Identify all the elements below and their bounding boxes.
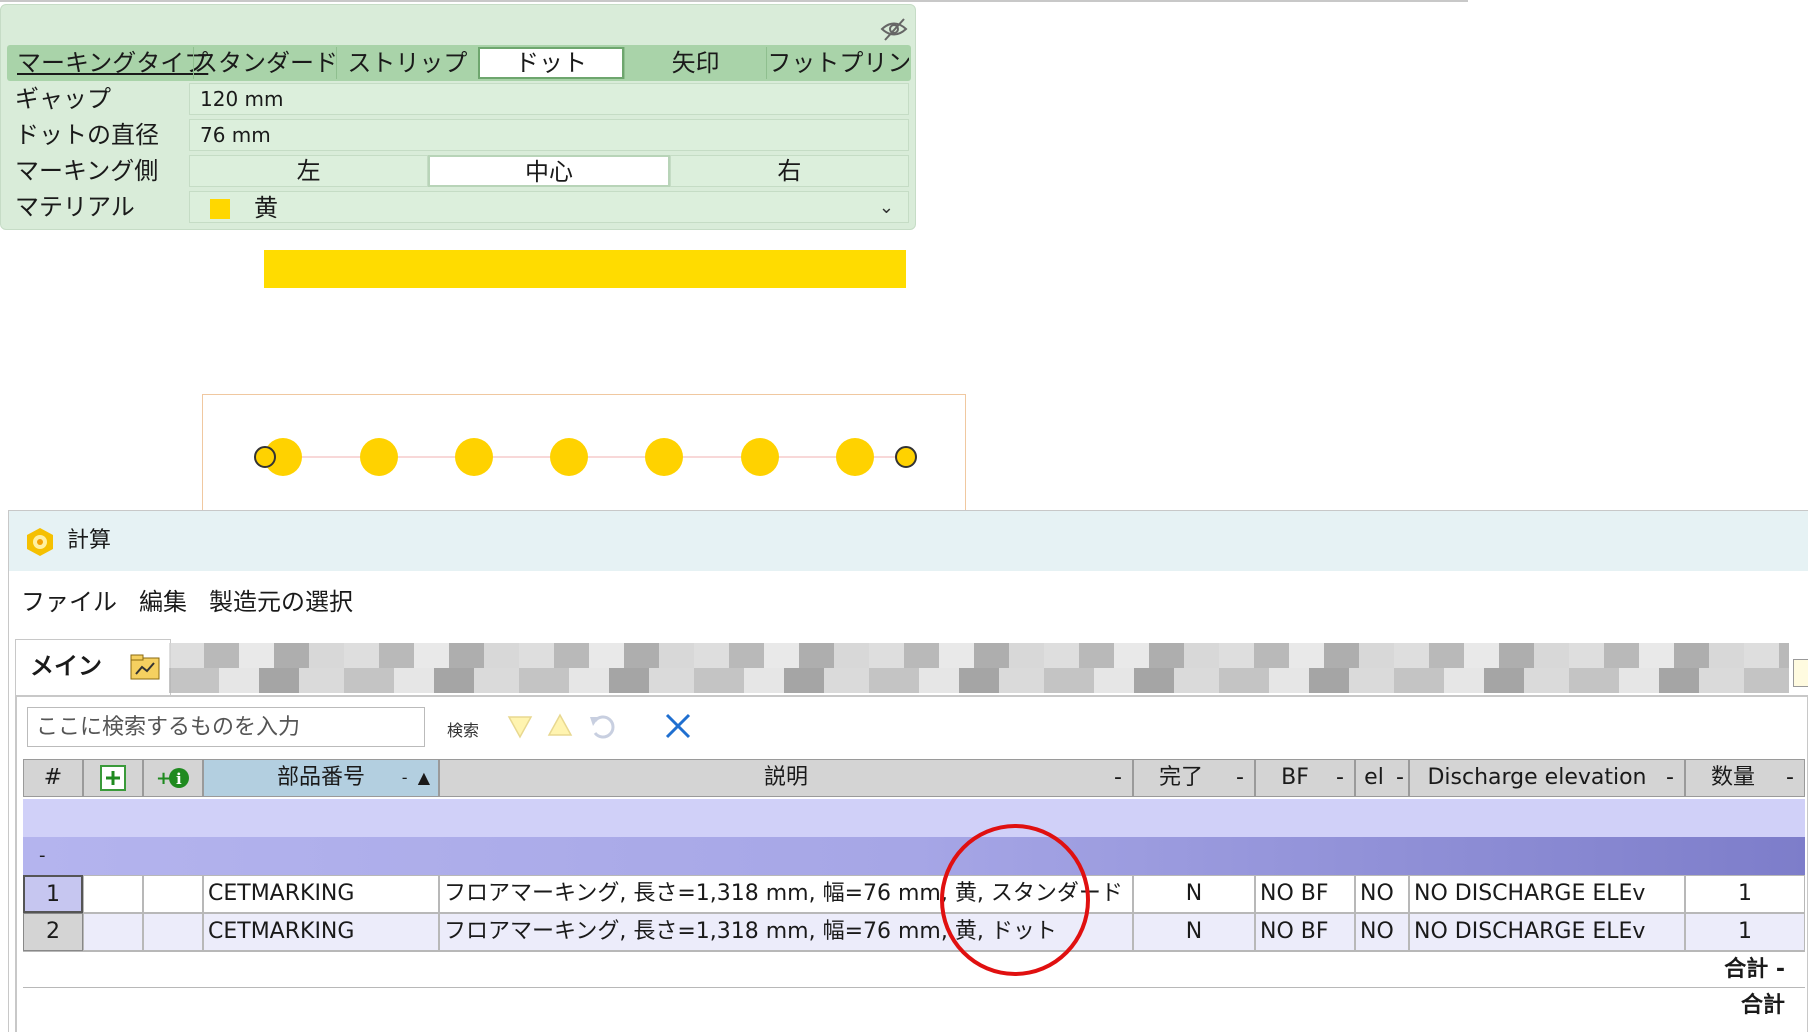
add-info-button[interactable]: + i <box>143 759 203 797</box>
el-cell[interactable]: NO <box>1355 875 1409 913</box>
eye-hidden-icon[interactable] <box>879 15 909 43</box>
tab-main[interactable]: メイン <box>15 639 171 695</box>
material-value: 黄 <box>254 194 278 222</box>
gap-label: ギャップ <box>15 85 111 113</box>
tab-strip: メイン <box>9 637 1808 695</box>
search-label: 検索 <box>447 721 480 740</box>
add-row-button[interactable] <box>83 759 143 797</box>
part-number-cell[interactable]: CETMARKING <box>203 913 439 951</box>
description-cell[interactable]: フロアマーキング, 長さ=1,318 mm, 幅=76 mm, 黄, ドット <box>439 913 1133 951</box>
app-hexagon-icon <box>27 528 53 556</box>
col-header-number[interactable]: # <box>23 759 83 797</box>
sort-ascending-icon: - ▲ <box>401 768 430 787</box>
bf-cell[interactable]: NO BF <box>1255 875 1355 913</box>
dot-diameter-field[interactable]: 76 mm <box>189 119 909 151</box>
col-header-discharge-elevation[interactable]: Discharge elevation - <box>1409 759 1685 797</box>
marking-properties-panel: マーキングタイプ スタンダード ストリップ ドット 矢印 フットプリント ギャッ… <box>0 4 916 230</box>
marking-type-selector: マーキングタイプ スタンダード ストリップ ドット 矢印 フットプリント <box>7 45 911 81</box>
discharge-elevation-cell[interactable]: NO DISCHARGE ELEv <box>1409 875 1685 913</box>
group-subrow[interactable]: - <box>23 837 1805 875</box>
plus-icon <box>100 765 126 791</box>
menu-bar: ファイル 編集 製造元の選択 <box>9 571 1808 627</box>
marking-side-right[interactable]: 右 <box>669 155 909 187</box>
bf-cell[interactable]: NO BF <box>1255 913 1355 951</box>
dot-marking-preview <box>202 394 966 512</box>
gap-field[interactable]: 120 mm <box>189 83 909 115</box>
search-input[interactable] <box>27 707 425 747</box>
dot-diameter-row: ドットの直径 76 mm <box>7 117 911 153</box>
dot-preview-graphic <box>254 438 917 476</box>
obscured-tabs <box>169 643 1789 693</box>
filter-down-icon[interactable] <box>505 711 535 741</box>
marking-side-row: マーキング側 左 中心 右 <box>7 153 911 189</box>
group-subrow-label: - <box>39 845 46 866</box>
row-add-cell[interactable] <box>83 913 143 951</box>
total-label-1: 合計 - <box>1724 957 1785 982</box>
quantity-cell[interactable]: 1 <box>1685 913 1805 951</box>
dot-diameter-label: ドットの直径 <box>15 121 159 149</box>
marking-type-strip[interactable]: ストリップ <box>335 47 479 79</box>
marking-type-standard[interactable]: スタンダード <box>193 47 336 79</box>
row-number[interactable]: 1 <box>23 875 83 913</box>
table-row[interactable]: 2 CETMARKING フロアマーキング, 長さ=1,318 mm, 幅=76… <box>23 913 1805 951</box>
marking-type-dot[interactable]: ドット <box>478 47 624 79</box>
material-color-swatch <box>210 199 230 219</box>
col-header-el[interactable]: el - <box>1355 759 1409 797</box>
col-header-part-number[interactable]: 部品番号 - ▲ <box>203 759 439 797</box>
svg-text:i: i <box>176 770 182 788</box>
row-number[interactable]: 2 <box>23 913 83 951</box>
chevron-down-icon[interactable]: ⌄ <box>879 192 894 224</box>
quantity-cell[interactable]: 1 <box>1685 875 1805 913</box>
table-row[interactable]: 1 CETMARKING フロアマーキング, 長さ=1,318 mm, 幅=76… <box>23 875 1805 913</box>
material-row: マテリアル 黄 ⌄ <box>7 189 911 225</box>
row-info-cell[interactable] <box>143 875 203 913</box>
tab-main-label: メイン <box>30 652 102 680</box>
undo-icon[interactable] <box>587 711 617 741</box>
done-cell[interactable]: N <box>1133 875 1255 913</box>
col-header-quantity[interactable]: 数量 - <box>1685 759 1805 797</box>
total-row-2: 合計 <box>23 987 1805 1024</box>
discharge-elevation-cell[interactable]: NO DISCHARGE ELEv <box>1409 913 1685 951</box>
marking-preview-bar <box>264 250 906 288</box>
svg-text:+: + <box>156 768 171 789</box>
marking-type-arrow[interactable]: 矢印 <box>623 47 767 79</box>
row-info-cell[interactable] <box>143 913 203 951</box>
filter-up-icon[interactable] <box>545 711 575 741</box>
total-row-1: 合計 - <box>23 951 1805 988</box>
material-label: マテリアル <box>15 193 135 221</box>
done-cell[interactable]: N <box>1133 913 1255 951</box>
calculation-window: 計算 ファイル 編集 製造元の選択 メイン 検索 <box>8 510 1808 1032</box>
marking-type-footprint[interactable]: フットプリント <box>766 47 909 79</box>
group-row[interactable] <box>23 799 1805 837</box>
description-cell[interactable]: フロアマーキング, 長さ=1,318 mm, 幅=76 mm, 黄, スタンダー… <box>439 875 1133 913</box>
menu-manufacturer-select[interactable]: 製造元の選択 <box>209 582 353 617</box>
col-header-bf[interactable]: BF - <box>1255 759 1355 797</box>
clear-icon[interactable] <box>663 711 693 741</box>
main-tab-content: 検索 # + <box>15 695 1808 1032</box>
menu-file[interactable]: ファイル <box>21 582 117 617</box>
edge-button[interactable] <box>1793 659 1808 687</box>
total-label-2: 合計 <box>1740 993 1785 1018</box>
material-dropdown[interactable]: 黄 ⌄ <box>189 191 909 223</box>
marking-side-center[interactable]: 中心 <box>428 155 670 187</box>
gap-row: ギャップ 120 mm <box>7 81 911 117</box>
window-title: 計算 <box>67 528 112 553</box>
add-info-icon: + i <box>156 768 189 789</box>
col-header-description[interactable]: 説明 - <box>439 759 1133 797</box>
marking-side-left[interactable]: 左 <box>189 155 429 187</box>
el-cell[interactable]: NO <box>1355 913 1409 951</box>
part-number-cell[interactable]: CETMARKING <box>203 875 439 913</box>
folder-chart-icon[interactable] <box>130 654 160 680</box>
top-border <box>0 0 1468 2</box>
marking-side-label: マーキング側 <box>15 157 159 185</box>
window-titlebar[interactable]: 計算 <box>9 511 1808 571</box>
row-add-cell[interactable] <box>83 875 143 913</box>
marking-type-label[interactable]: マーキングタイプ <box>9 47 208 79</box>
menu-edit[interactable]: 編集 <box>139 582 187 617</box>
col-header-done[interactable]: 完了 - <box>1133 759 1255 797</box>
marking-side-selector: 左 中心 右 <box>189 155 909 187</box>
